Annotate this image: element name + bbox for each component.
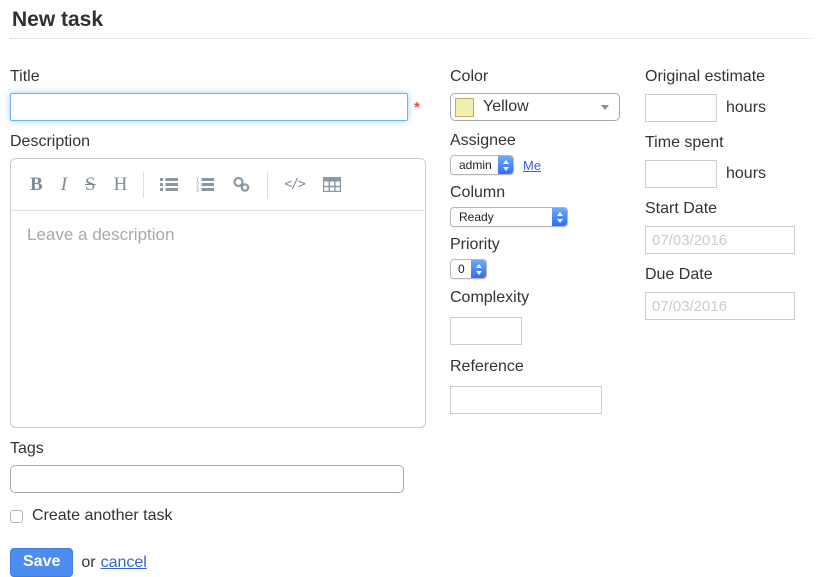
assignee-label: Assignee — [450, 132, 645, 150]
start-date-input[interactable] — [645, 226, 795, 254]
column-label: Column — [450, 184, 645, 202]
create-another-checkbox[interactable] — [10, 510, 23, 523]
original-estimate-input[interactable] — [645, 94, 717, 122]
heading-icon[interactable]: H — [105, 170, 137, 200]
assignee-selected-value: admin — [451, 156, 498, 174]
assignee-select[interactable]: admin — [450, 155, 514, 175]
color-label: Color — [450, 68, 645, 86]
column-selected-value: Ready — [451, 208, 552, 226]
color-group: Color Yellow — [450, 68, 645, 121]
priority-selected-value: 0 — [451, 260, 471, 278]
code-icon[interactable]: </> — [275, 170, 313, 200]
select-stepper-icon — [498, 156, 513, 174]
hours-suffix: hours — [726, 165, 766, 183]
complexity-input[interactable] — [450, 317, 522, 345]
time-spent-input[interactable] — [645, 160, 717, 188]
description-editor: B I S H — [10, 158, 426, 428]
italic-icon[interactable]: I — [52, 170, 76, 200]
required-asterisk: * — [414, 99, 420, 116]
due-date-input[interactable] — [645, 292, 795, 320]
column-select[interactable]: Ready — [450, 207, 568, 227]
reference-input[interactable] — [450, 386, 602, 414]
save-button[interactable]: Save — [10, 548, 73, 577]
toolbar-separator — [267, 172, 268, 198]
select-stepper-icon — [471, 260, 486, 278]
start-date-label: Start Date — [645, 200, 822, 218]
color-selected-value: Yellow — [483, 98, 529, 116]
assignee-group: Assignee admin Me — [450, 132, 645, 175]
bold-icon[interactable]: B — [21, 170, 52, 200]
tags-input[interactable] — [10, 465, 404, 493]
tags-label: Tags — [10, 440, 425, 458]
color-swatch-yellow — [455, 98, 474, 117]
time-spent-group: Time spent hours — [645, 134, 822, 188]
left-column: Title * Description B I S — [10, 68, 425, 577]
complexity-group: Complexity — [450, 289, 645, 345]
description-textarea[interactable] — [11, 211, 425, 426]
right-column: Original estimate hours Time spent hours… — [645, 68, 822, 332]
create-another-label: Create another task — [32, 507, 173, 525]
unordered-list-icon[interactable] — [151, 170, 187, 200]
title-group: Title * — [10, 68, 425, 121]
table-icon[interactable] — [314, 170, 350, 200]
reference-label: Reference — [450, 358, 645, 376]
tags-group: Tags — [10, 440, 425, 493]
create-another-row: Create another task — [10, 507, 425, 525]
original-estimate-group: Original estimate hours — [645, 68, 822, 122]
middle-column: Color Yellow Assignee admin Me Column — [450, 68, 645, 426]
heading-divider — [10, 38, 812, 39]
description-group: Description B I S H — [10, 133, 425, 428]
color-dropdown[interactable]: Yellow — [450, 93, 620, 121]
toolbar-separator — [143, 172, 144, 198]
svg-text:3: 3 — [196, 188, 199, 193]
link-icon[interactable] — [223, 170, 260, 200]
start-date-group: Start Date — [645, 200, 822, 254]
priority-group: Priority 0 — [450, 236, 645, 279]
assign-to-me-link[interactable]: Me — [523, 158, 541, 173]
reference-group: Reference — [450, 358, 645, 414]
strikethrough-icon[interactable]: S — [76, 170, 105, 200]
page-title: New task — [12, 8, 812, 38]
column-group: Column Ready — [450, 184, 645, 227]
select-stepper-icon — [552, 208, 567, 226]
new-task-form: Title * Description B I S — [10, 68, 812, 577]
description-label: Description — [10, 133, 425, 151]
priority-label: Priority — [450, 236, 645, 254]
time-spent-label: Time spent — [645, 134, 822, 152]
title-label: Title — [10, 68, 425, 86]
chevron-down-icon — [601, 105, 609, 110]
original-estimate-label: Original estimate — [645, 68, 822, 86]
priority-select[interactable]: 0 — [450, 259, 487, 279]
form-actions: Save or cancel — [10, 548, 425, 577]
complexity-label: Complexity — [450, 289, 645, 307]
editor-toolbar: B I S H — [11, 159, 425, 211]
due-date-label: Due Date — [645, 266, 822, 284]
ordered-list-icon[interactable]: 1 2 3 — [187, 170, 223, 200]
title-input[interactable] — [10, 93, 408, 121]
hours-suffix: hours — [726, 99, 766, 117]
due-date-group: Due Date — [645, 266, 822, 320]
